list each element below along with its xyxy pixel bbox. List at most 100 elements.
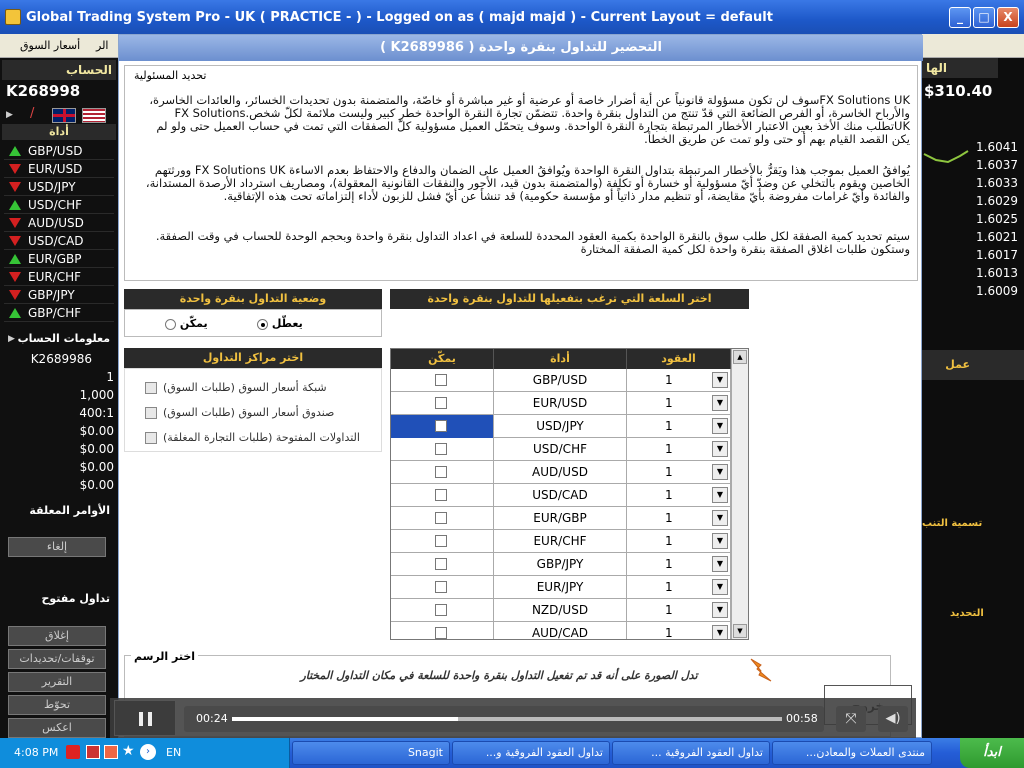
start-button[interactable]: ابدأ (960, 738, 1024, 768)
pair-row-eurchf[interactable]: EUR/CHF (4, 268, 114, 286)
center-option[interactable]: (صندوق أسعار السوق (طلبات السوق (145, 406, 334, 419)
checkbox-icon[interactable] (435, 443, 447, 455)
checkbox-icon[interactable] (435, 558, 447, 570)
taskbar-task[interactable]: منتدى العملات والمعادن... (772, 741, 932, 765)
us-flag-icon[interactable] (82, 108, 106, 123)
close-button[interactable]: X (997, 7, 1019, 28)
pair-row-eurusd[interactable]: EUR/USD (4, 160, 114, 178)
pair-row-usdjpy[interactable]: USD/JPY (4, 178, 114, 196)
enable-cell[interactable] (391, 599, 494, 622)
contracts-select[interactable]: 1 ▼ (627, 553, 731, 576)
fullscreen-icon[interactable]: ⤧ (836, 706, 866, 732)
language-indicator[interactable]: EN (166, 746, 181, 759)
enable-cell[interactable] (391, 392, 494, 415)
dropdown-arrow-icon[interactable]: ▼ (712, 395, 728, 411)
play-icon[interactable]: ▶ (6, 110, 13, 120)
scroll-down-icon[interactable]: ▼ (733, 624, 747, 638)
disable-option[interactable]: يمكّن (165, 317, 208, 330)
pause-button[interactable] (114, 700, 176, 736)
checkbox-icon[interactable] (435, 604, 447, 616)
report-button[interactable]: التقرير (8, 672, 106, 692)
checkbox-icon[interactable] (435, 466, 447, 478)
contracts-select[interactable]: 1 ▼ (627, 622, 731, 639)
enable-cell[interactable] (391, 622, 494, 639)
taskbar-task[interactable]: تداول العقود الفروقية ... (612, 741, 770, 765)
contracts-select[interactable]: 1 ▼ (627, 369, 731, 392)
menu-market-prices[interactable]: أسعار السوق (20, 39, 80, 52)
alert-icon[interactable] (104, 745, 118, 759)
radio-selected-icon[interactable] (257, 318, 268, 330)
stops-limits-button[interactable]: توقفات/تحديدات (8, 649, 106, 669)
dropdown-arrow-icon[interactable]: ▼ (712, 579, 728, 595)
contracts-select[interactable]: 1 ▼ (627, 461, 731, 484)
checkbox-icon[interactable] (435, 512, 447, 524)
taskbar-snagit[interactable]: Snagit (292, 741, 450, 765)
radio-icon[interactable] (165, 318, 176, 330)
dropdown-arrow-icon[interactable]: ▼ (712, 372, 728, 388)
enable-cell-selected[interactable] (391, 415, 494, 438)
uk-flag-icon[interactable] (52, 108, 76, 123)
dropdown-arrow-icon[interactable]: ▼ (712, 441, 728, 457)
enable-cell[interactable] (391, 530, 494, 553)
dropdown-arrow-icon[interactable]: ▼ (712, 556, 728, 572)
enable-cell[interactable] (391, 369, 494, 392)
checkbox-icon[interactable] (435, 397, 447, 409)
pair-row-usdcad[interactable]: USD/CAD (4, 232, 114, 250)
contracts-select[interactable]: 1 ▼ (627, 415, 731, 438)
seek-bar[interactable]: 00:24 00:58 (184, 706, 824, 732)
pencil-icon[interactable]: / (30, 106, 34, 121)
checkbox-icon[interactable] (435, 489, 447, 501)
enable-cell[interactable] (391, 438, 494, 461)
enable-option[interactable]: يعطّل (257, 317, 303, 330)
checkbox-icon[interactable] (145, 432, 157, 444)
cancel-order-button[interactable]: إلغاء (8, 537, 106, 557)
enable-cell[interactable] (391, 576, 494, 599)
star-icon[interactable]: ★ (122, 743, 135, 759)
center-option[interactable]: (شبكة أسعار السوق (طلبات السوق (145, 381, 327, 394)
contracts-select[interactable]: 1 ▼ (627, 576, 731, 599)
taskbar-task[interactable]: تداول العقود الفروقية و... (452, 741, 610, 765)
pair-row-gbpusd[interactable]: GBP/USD (4, 142, 114, 160)
dropdown-arrow-icon[interactable]: ▼ (712, 533, 728, 549)
center-option[interactable]: (التداولات المفتوحة (طلبات التجارة المغل… (145, 431, 360, 444)
enable-cell[interactable] (391, 553, 494, 576)
checkbox-icon[interactable] (145, 407, 157, 419)
dropdown-arrow-icon[interactable]: ▼ (712, 464, 728, 480)
pair-row-gbpjpy[interactable]: GBP/JPY (4, 286, 114, 304)
menu-item[interactable]: الر (96, 39, 108, 52)
enable-cell[interactable] (391, 507, 494, 530)
dropdown-arrow-icon[interactable]: ▼ (712, 487, 728, 503)
checkbox-icon[interactable] (435, 535, 447, 547)
contracts-select[interactable]: 1 ▼ (627, 438, 731, 461)
minimize-button[interactable]: _ (949, 7, 971, 28)
checkbox-icon[interactable] (435, 627, 447, 639)
clock[interactable]: 4:08 PM (14, 746, 58, 759)
pair-row-usdchf[interactable]: USD/CHF (4, 196, 114, 214)
checkbox-icon[interactable] (435, 581, 447, 593)
enable-cell[interactable] (391, 484, 494, 507)
dropdown-arrow-icon[interactable]: ▼ (712, 602, 728, 618)
reverse-button[interactable]: اعكس (8, 718, 106, 738)
checkbox-icon[interactable] (435, 374, 447, 386)
contracts-select[interactable]: 1 ▼ (627, 484, 731, 507)
play-icon[interactable]: ▶ (8, 334, 15, 344)
contracts-select[interactable]: 1 ▼ (627, 507, 731, 530)
dropdown-arrow-icon[interactable]: ▼ (712, 625, 728, 639)
contracts-select[interactable]: 1 ▼ (627, 599, 731, 622)
enable-cell[interactable] (391, 461, 494, 484)
close-trade-button[interactable]: إغلاق (8, 626, 106, 646)
contracts-select[interactable]: 1 ▼ (627, 392, 731, 415)
dropdown-arrow-icon[interactable]: ▼ (712, 510, 728, 526)
volume-icon[interactable]: ◀) (878, 706, 908, 732)
pair-row-eurgbp[interactable]: EUR/GBP (4, 250, 114, 268)
scroll-up-icon[interactable]: ▲ (733, 350, 747, 364)
contracts-select[interactable]: 1 ▼ (627, 530, 731, 553)
shield-icon[interactable] (66, 745, 80, 759)
maximize-button[interactable]: □ (973, 7, 995, 28)
pair-row-audusd[interactable]: AUD/USD (4, 214, 114, 232)
hedge-button[interactable]: تحوّط (8, 695, 106, 715)
arrow-icon[interactable]: › (140, 744, 156, 760)
network-icon[interactable] (86, 745, 100, 759)
grid-scrollbar[interactable]: ▲ ▼ (731, 349, 748, 639)
pair-row-gbpchf[interactable]: GBP/CHF (4, 304, 114, 322)
